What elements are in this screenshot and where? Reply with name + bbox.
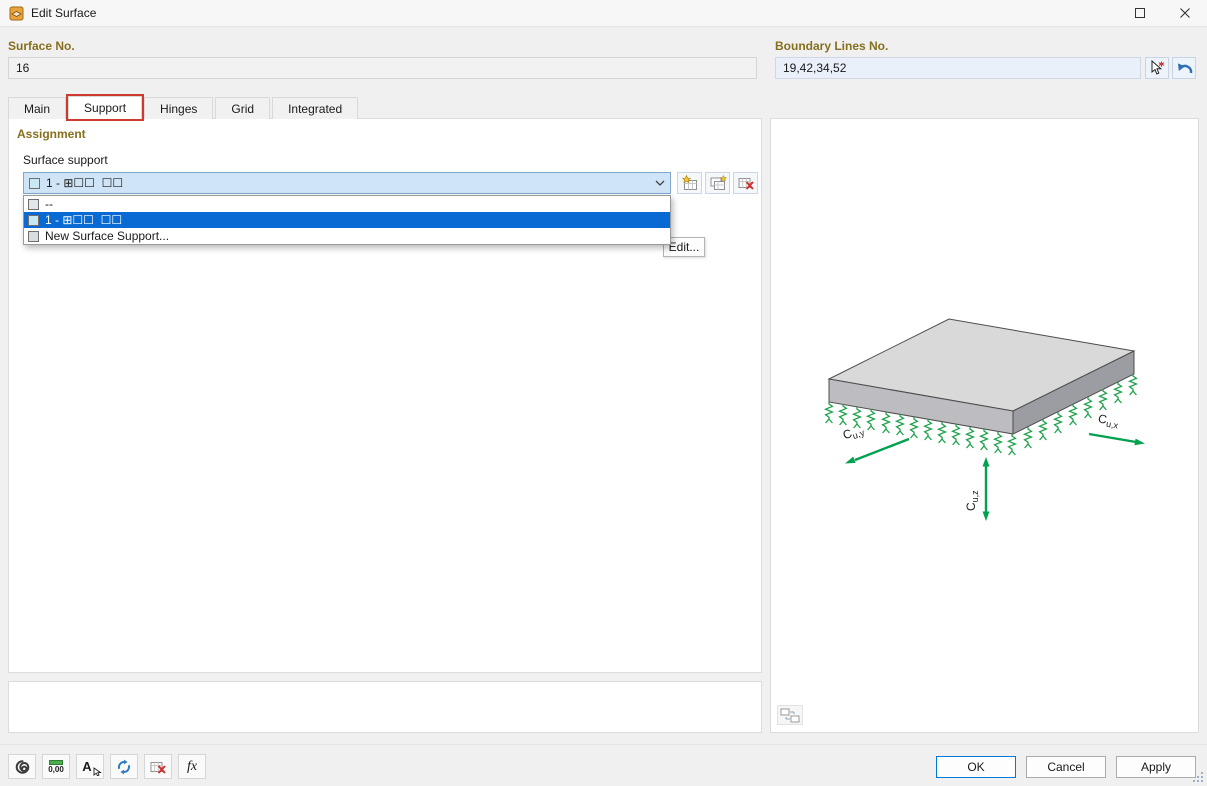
green-bar-icon <box>49 760 63 765</box>
support-color-swatch <box>29 178 40 189</box>
support-tab-panel: Assignment Surface support 1 - ⊞☐☐ ☐☐ --… <box>8 118 762 673</box>
surface-no-input[interactable]: 16 <box>8 57 757 79</box>
footer-separator <box>0 744 1207 745</box>
apply-button[interactable]: Apply <box>1116 756 1196 778</box>
copy-table-star-icon <box>709 175 727 191</box>
option-swatch <box>28 215 39 226</box>
cursor-arrow-icon <box>93 767 102 776</box>
decimal-places-button[interactable]: 0,00 <box>42 754 70 779</box>
window-controls <box>1117 0 1207 26</box>
tab-bar: Main Support Hinges Grid Integrated <box>8 96 360 119</box>
undo-icon <box>1176 61 1193 75</box>
maximize-button[interactable] <box>1117 0 1162 26</box>
maximize-icon <box>1135 8 1145 18</box>
assignment-section-title: Assignment <box>17 127 86 141</box>
surface-support-dropdown: -- 1 - ⊞☐☐ ☐☐ New Surface Support... <box>23 195 671 245</box>
resize-grip[interactable] <box>1192 771 1204 783</box>
tab-grid[interactable]: Grid <box>215 97 270 119</box>
slab-illustration <box>771 119 1198 732</box>
titlebar[interactable]: Edit Surface <box>0 0 1207 27</box>
tab-hinges[interactable]: Hinges <box>144 97 213 119</box>
function-button[interactable]: fx <box>178 754 206 779</box>
tab-main[interactable]: Main <box>8 97 66 119</box>
cuy-arrow <box>855 439 909 460</box>
decimal-places-label: 0,00 <box>48 766 64 774</box>
dropdown-option-support-1[interactable]: 1 - ⊞☐☐ ☐☐ <box>24 212 670 228</box>
delete-object-button[interactable] <box>144 754 172 779</box>
undo-selection-button[interactable] <box>1172 57 1196 79</box>
comment-panel <box>8 681 762 733</box>
option-swatch <box>28 199 39 210</box>
new-table-star-icon <box>681 175 699 191</box>
render-settings-button[interactable] <box>8 754 36 779</box>
view-settings-button[interactable] <box>777 705 803 725</box>
copy-support-button[interactable] <box>705 172 730 194</box>
option-label: -- <box>45 197 53 211</box>
cancel-button[interactable]: Cancel <box>1026 756 1106 778</box>
letter-a-icon: A <box>82 760 97 773</box>
ok-button[interactable]: OK <box>936 756 1016 778</box>
cuz-label: Cu,z <box>964 490 980 511</box>
app-icon <box>9 6 24 21</box>
surface-support-combobox[interactable]: 1 - ⊞☐☐ ☐☐ <box>23 172 671 194</box>
combobox-value: 1 - ⊞☐☐ ☐☐ <box>46 176 123 190</box>
dropdown-option-none[interactable]: -- <box>24 196 670 212</box>
window-title: Edit Surface <box>31 6 96 20</box>
support-preview-panel: Cu,y Cu,x Cu,z <box>770 118 1199 733</box>
boundary-lines-input[interactable]: 19,42,34,52 <box>775 57 1141 79</box>
new-support-button[interactable] <box>677 172 702 194</box>
delete-support-button[interactable] <box>733 172 758 194</box>
option-swatch <box>28 231 39 242</box>
pick-arrow-icon <box>1149 60 1165 76</box>
rename-button[interactable]: A <box>76 754 104 779</box>
chevron-down-icon <box>655 180 665 186</box>
boundary-lines-label: Boundary Lines No. <box>775 39 888 53</box>
spiral-icon <box>13 758 31 776</box>
option-label: New Surface Support... <box>45 229 169 243</box>
close-button[interactable] <box>1162 0 1207 26</box>
option-label: 1 - ⊞☐☐ ☐☐ <box>45 213 122 227</box>
surface-no-label: Surface No. <box>8 39 75 53</box>
cux-label: Cu,x <box>1097 411 1120 430</box>
function-icon: fx <box>187 759 197 775</box>
cux-arrow <box>1089 434 1136 442</box>
tab-support[interactable]: Support <box>68 96 142 119</box>
refresh-icon <box>115 758 133 776</box>
close-icon <box>1180 8 1190 18</box>
surface-support-label: Surface support <box>23 153 108 167</box>
select-boundary-lines-button[interactable] <box>1145 57 1169 79</box>
stiffness-arrows <box>845 434 1145 521</box>
delete-table-icon <box>737 175 755 191</box>
dropdown-option-new-support[interactable]: New Surface Support... <box>24 228 670 244</box>
tab-integrated[interactable]: Integrated <box>272 97 358 119</box>
delete-table-icon <box>149 759 167 775</box>
regenerate-button[interactable] <box>110 754 138 779</box>
sync-views-icon <box>780 708 800 723</box>
